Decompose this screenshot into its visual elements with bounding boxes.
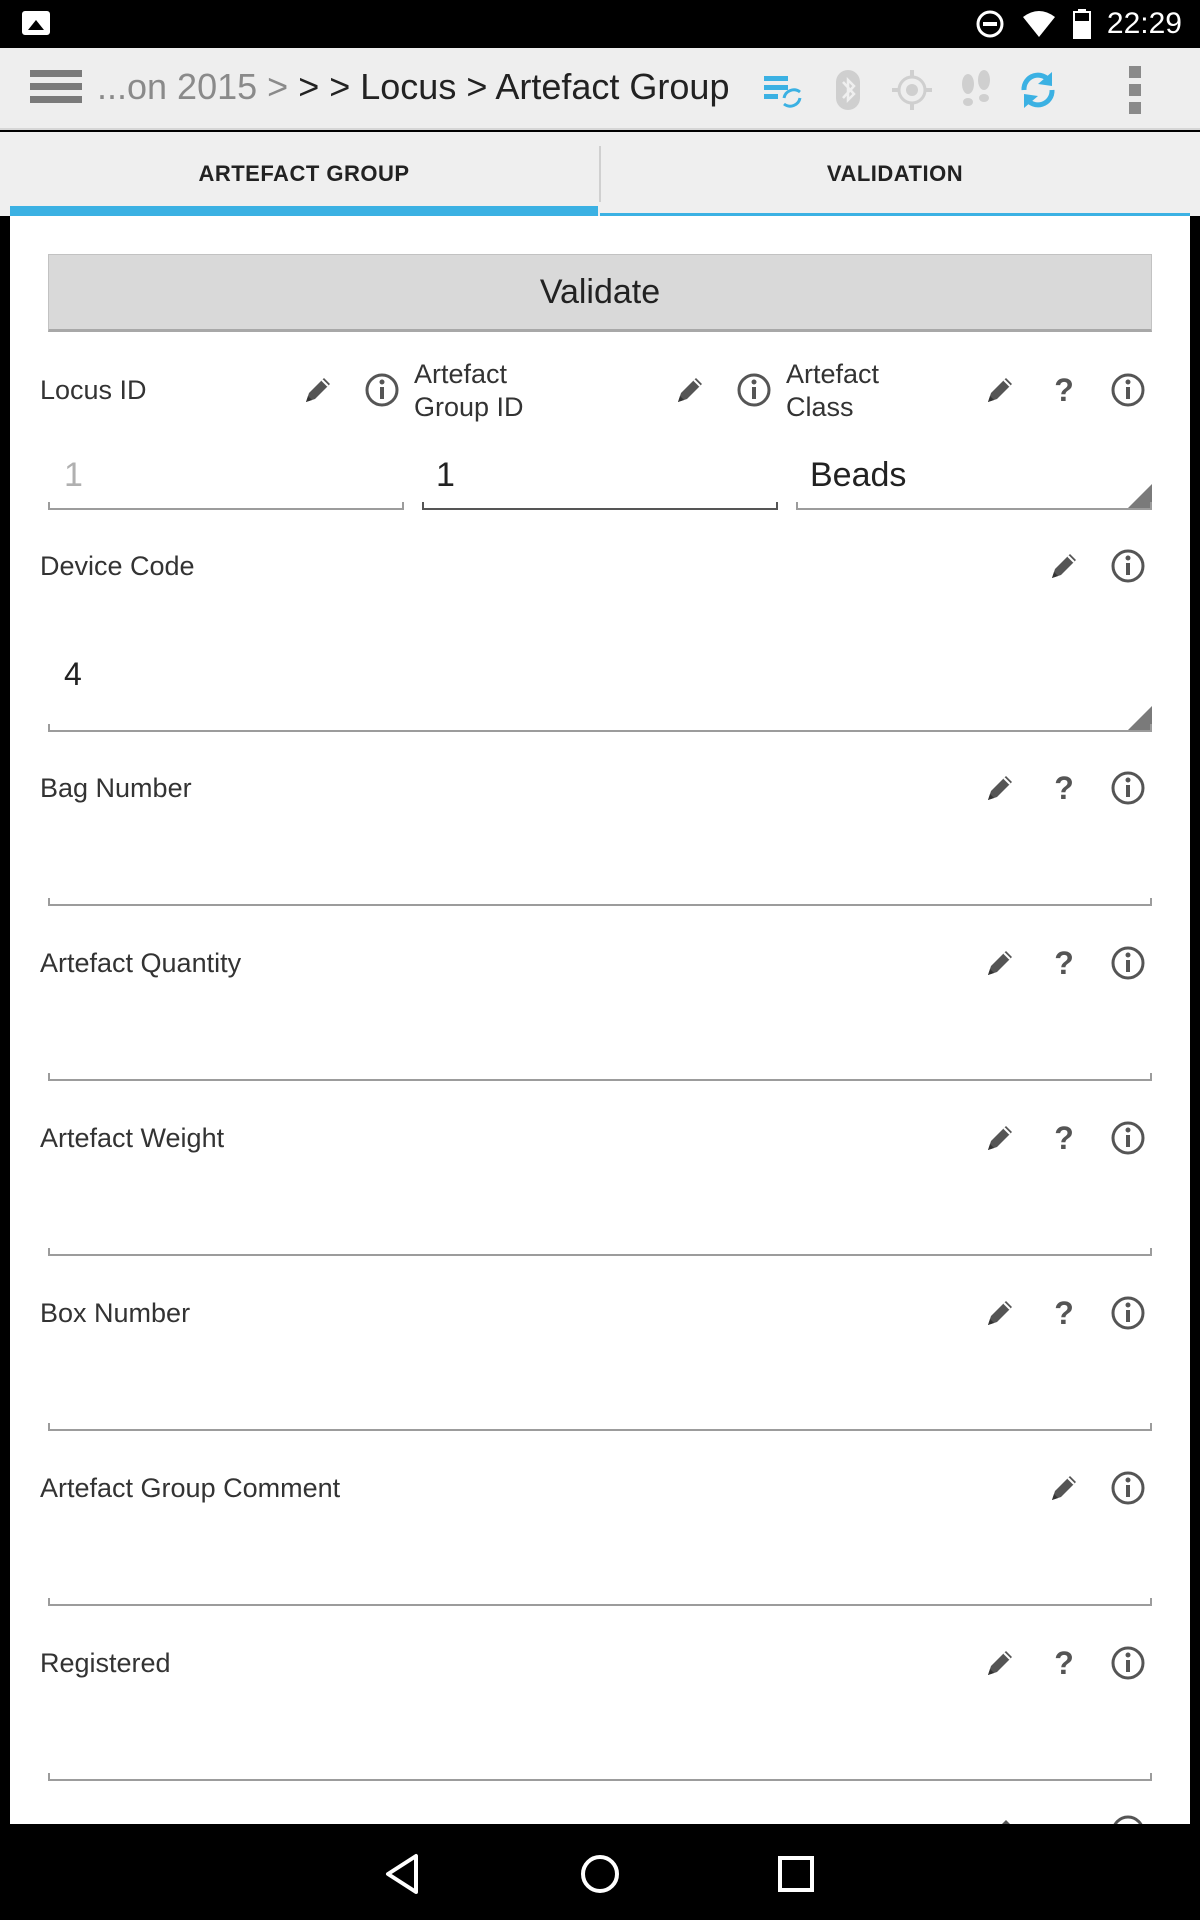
artefact-class-select[interactable] (796, 502, 1152, 510)
artefact-weight-input[interactable] (48, 1248, 1152, 1256)
artefact-quantity-input[interactable] (48, 1073, 1152, 1081)
artefact-quantity-label: Artefact Quantity (40, 948, 242, 978)
status-bar: 22:29 (0, 0, 1200, 48)
help-icon[interactable]: ? (1044, 1643, 1084, 1683)
bag-number-label: Bag Number (40, 773, 192, 803)
help-icon[interactable]: ? (1044, 370, 1084, 410)
dropdown-corner-icon (1128, 484, 1152, 508)
bag-number-input[interactable] (48, 898, 1152, 906)
edit-icon[interactable] (1044, 546, 1084, 586)
info-icon[interactable] (1108, 1293, 1148, 1333)
artefact-group-id-field[interactable] (422, 502, 778, 510)
info-icon[interactable] (362, 370, 402, 410)
info-icon[interactable] (1108, 546, 1148, 586)
clock: 22:29 (1106, 7, 1182, 40)
navigation-bar (0, 1824, 1200, 1920)
breadcrumb-separator: > (298, 66, 320, 107)
info-icon[interactable] (1108, 370, 1148, 410)
menu-icon[interactable] (30, 70, 82, 110)
help-icon[interactable]: ? (1044, 1118, 1084, 1158)
device-code-label: Device Code (40, 551, 195, 581)
locus-id-value: 1 (64, 456, 83, 494)
edit-icon[interactable] (980, 1293, 1020, 1333)
device-code-select[interactable] (48, 724, 1152, 732)
info-icon[interactable] (1108, 1812, 1148, 1824)
dropdown-corner-icon (1128, 706, 1152, 730)
info-icon[interactable] (734, 370, 774, 410)
breadcrumb[interactable]: ...on 2015 > > > Locus > Artefact Group (97, 66, 729, 108)
refresh-icon[interactable] (1016, 68, 1060, 112)
tab-bar: ARTEFACT GROUP VALIDATION (0, 132, 1200, 216)
label-line: Artefact (414, 359, 508, 389)
tab-validation[interactable]: VALIDATION (600, 132, 1190, 216)
recents-icon[interactable] (772, 1850, 820, 1898)
artefact-group-comment-input[interactable] (48, 1598, 1152, 1606)
artefact-class-value[interactable]: Beads (810, 456, 906, 495)
label-line: Group ID (414, 392, 524, 422)
breadcrumb-truncated[interactable]: ...on 2015 > (97, 66, 288, 107)
help-icon[interactable]: ? (1044, 768, 1084, 808)
edit-icon[interactable] (980, 1812, 1020, 1824)
artefact-group-comment-label: Artefact Group Comment (40, 1473, 341, 1503)
edit-icon[interactable] (670, 370, 710, 410)
artefact-class-label: Artefact Class (786, 358, 879, 424)
edit-icon[interactable] (1044, 1468, 1084, 1508)
form-content: Validate Locus ID Artefact Group ID Artef… (10, 216, 1190, 1824)
locus-id-label: Locus ID (40, 375, 147, 405)
back-icon[interactable] (380, 1850, 428, 1898)
tab-label: VALIDATION (826, 161, 964, 186)
tab-indicator (10, 206, 598, 216)
gallery-icon (22, 11, 50, 35)
box-number-input[interactable] (48, 1423, 1152, 1431)
wifi-icon (1022, 11, 1055, 37)
info-icon[interactable] (1108, 1468, 1148, 1508)
action-bar: ...on 2015 > > > Locus > Artefact Group (0, 48, 1200, 130)
edit-icon[interactable] (980, 370, 1020, 410)
locus-id-field (48, 502, 404, 510)
home-icon[interactable] (576, 1850, 624, 1898)
tab-artefact-group[interactable]: ARTEFACT GROUP (10, 132, 598, 216)
device-code-value[interactable]: 4 (64, 656, 82, 693)
gps-icon[interactable] (890, 68, 934, 112)
edit-icon[interactable] (980, 1118, 1020, 1158)
label-line: Class (786, 392, 854, 422)
info-icon[interactable] (1108, 1118, 1148, 1158)
breadcrumb-current[interactable]: > Locus > Artefact Group (329, 66, 729, 107)
info-icon[interactable] (1108, 943, 1148, 983)
registered-label: Registered (40, 1648, 171, 1678)
overflow-menu-icon[interactable] (1125, 66, 1145, 118)
battery-icon (1072, 9, 1091, 39)
edit-icon[interactable] (980, 768, 1020, 808)
sync-status-icon[interactable] (760, 68, 804, 112)
bluetooth-icon[interactable] (826, 68, 870, 112)
artefact-group-id-value[interactable]: 1 (436, 456, 455, 495)
info-icon[interactable] (1108, 1643, 1148, 1683)
edit-icon[interactable] (298, 370, 338, 410)
help-icon[interactable]: ? (1044, 1293, 1084, 1333)
validate-button[interactable]: Validate (48, 254, 1152, 332)
registered-input[interactable] (48, 1773, 1152, 1781)
tab-label: ARTEFACT GROUP (198, 161, 410, 186)
tracking-icon[interactable] (954, 68, 998, 112)
help-icon[interactable]: ? (1044, 943, 1084, 983)
do-not-disturb-icon (976, 10, 1004, 38)
box-number-label: Box Number (40, 1298, 191, 1328)
info-icon[interactable] (1108, 768, 1148, 808)
artefact-group-id-label: Artefact Group ID (414, 358, 524, 424)
label-line: Artefact (786, 359, 880, 389)
edit-icon[interactable] (980, 943, 1020, 983)
edit-icon[interactable] (980, 1643, 1020, 1683)
artefact-weight-label: Artefact Weight (40, 1123, 225, 1153)
